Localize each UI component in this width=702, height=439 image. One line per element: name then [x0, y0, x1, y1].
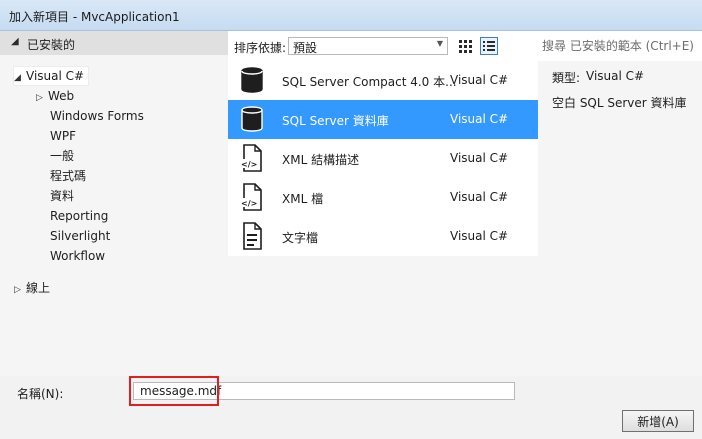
text-file-icon [240, 222, 264, 250]
window-title: 加入新項目 - MvcApplication1 [9, 10, 180, 24]
template-item[interactable]: SQL Server Compact 4.0 本... Visual C# [228, 61, 538, 100]
tree-item[interactable]: Workflow [36, 247, 105, 265]
tree-item-label: Visual C# [26, 69, 85, 83]
database-icon [240, 66, 264, 94]
installed-header[interactable]: ◢ 已安裝的 [0, 31, 228, 55]
svg-text:</>: </> [241, 160, 257, 169]
template-name: XML 檔 [282, 192, 324, 206]
database-icon [240, 105, 264, 133]
template-name: SQL Server 資料庫 [282, 114, 389, 128]
template-item[interactable]: SQL Server 資料庫 Visual C# [228, 100, 538, 139]
name-label: 名稱(N): [17, 387, 64, 401]
template-name: XML 結構描述 [282, 153, 360, 167]
tree-item[interactable]: 一般 [36, 147, 74, 165]
expander-icon[interactable]: ◢ [14, 69, 26, 87]
sort-label: 排序依據: [234, 41, 287, 55]
xml-file-icon: </> [240, 183, 264, 211]
tree-item[interactable]: Silverlight [36, 227, 110, 245]
template-description: 空白 SQL Server 資料庫 [552, 96, 687, 110]
tree-item-label: 線上 [26, 281, 51, 295]
tree-item[interactable]: Reporting [36, 207, 108, 225]
template-type: Visual C# [450, 73, 509, 87]
installed-label: 已安裝的 [27, 38, 76, 52]
details-view-button[interactable] [480, 37, 498, 55]
tree-item-label: Web [48, 89, 75, 103]
template-type: Visual C# [450, 151, 509, 165]
tree-item[interactable]: 程式碼 [36, 167, 86, 185]
title-bar: 加入新項目 - MvcApplication1 [0, 0, 702, 31]
tree-item-label: Workflow [50, 249, 106, 263]
template-type: Visual C# [450, 112, 509, 126]
sort-dropdown[interactable]: 預設 ▼ [288, 37, 448, 55]
type-label: 類型: [552, 71, 581, 85]
details-pane: 類型: Visual C# 空白 SQL Server 資料庫 [538, 31, 702, 376]
tree-item[interactable]: Windows Forms [36, 107, 144, 125]
template-item[interactable]: </> XML 檔 Visual C# [228, 178, 538, 217]
tree-item-label: 程式碼 [50, 169, 87, 183]
expander-icon[interactable]: ▷ [14, 281, 26, 299]
type-value: Visual C# [586, 69, 645, 83]
name-field[interactable] [133, 382, 515, 400]
expander-icon[interactable]: ▷ [36, 89, 48, 107]
list-view-icon [483, 41, 495, 51]
template-name: SQL Server Compact 4.0 本... [282, 75, 457, 89]
name-input[interactable] [140, 384, 510, 398]
sort-bar: 排序依據: 預設 ▼ [228, 31, 538, 61]
add-button[interactable]: 新增(A) [622, 410, 694, 432]
search-box[interactable] [538, 31, 702, 61]
template-item[interactable]: 文字檔 Visual C# [228, 217, 538, 256]
sort-value: 預設 [293, 41, 318, 55]
collapse-chevron-icon: ◢ [11, 36, 19, 47]
tree-item[interactable]: ▷ Web [36, 87, 74, 105]
tree-item-label: 一般 [50, 149, 75, 163]
tree-item[interactable]: ◢ Visual C# [12, 66, 90, 87]
add-new-item-dialog: ◢ 已安裝的 ◢ Visual C# ▷ Web Windows Forms WPF 一般程… [0, 31, 702, 439]
svg-text:</>: </> [241, 199, 257, 208]
tree-item-label: WPF [50, 129, 77, 143]
tree-item[interactable]: ▷ 線上 [14, 279, 50, 297]
template-item[interactable]: </> XML 結構描述 Visual C# [228, 139, 538, 178]
bottom-panel: 名稱(N): 新增(A) [0, 376, 702, 439]
grid-view-icon [459, 40, 472, 53]
template-type: Visual C# [450, 190, 509, 204]
tree-item[interactable]: 資料 [36, 187, 74, 205]
template-name: 文字檔 [282, 231, 319, 245]
tree-item-label: Silverlight [50, 229, 111, 243]
template-type: Visual C# [450, 229, 509, 243]
category-pane: ◢ 已安裝的 ◢ Visual C# ▷ Web Windows Forms WPF 一般程… [0, 31, 228, 376]
xml-file-icon: </> [240, 144, 264, 172]
small-icons-view-button[interactable] [456, 37, 474, 55]
tree-item-label: 資料 [50, 189, 75, 203]
tree-item-label: Windows Forms [50, 109, 144, 123]
template-list: SQL Server Compact 4.0 本... Visual C# SQL … [228, 61, 538, 376]
tree-item[interactable]: WPF [36, 127, 76, 145]
tree-item-label: Reporting [50, 209, 109, 223]
search-input[interactable] [542, 37, 698, 55]
dropdown-arrow-icon: ▼ [436, 39, 443, 48]
